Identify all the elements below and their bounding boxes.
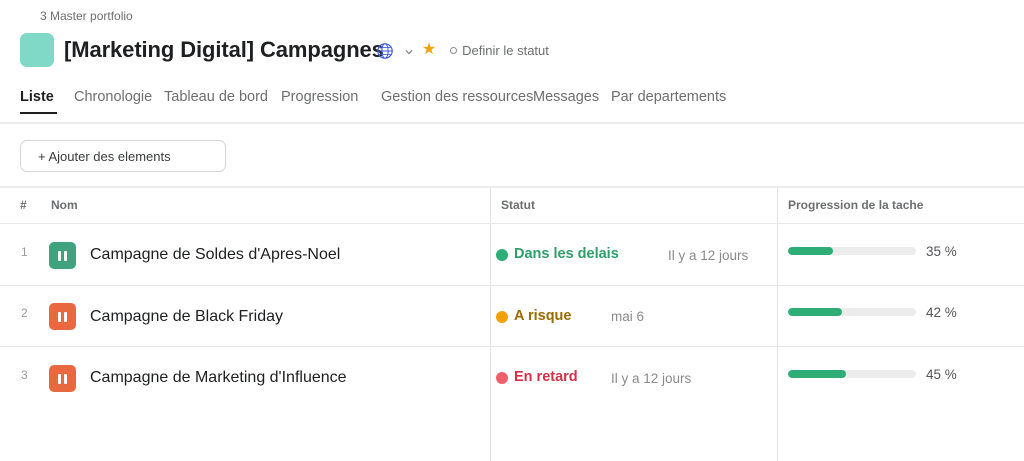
tab-bar: Liste Chronologie Tableau de bord Progre… [0,87,1024,115]
row-name[interactable]: Campagne de Soldes d'Apres-Noel [90,246,340,264]
progress-fill [788,308,842,316]
divider [0,186,1024,188]
row-name[interactable]: Campagne de Marketing d'Influence [90,369,347,387]
tab-gestion-des-ressources[interactable]: Gestion des ressources [381,89,533,105]
column-header-progress[interactable]: Progression de la tache [788,198,923,212]
progress-bar [788,370,916,378]
divider [0,122,1024,124]
row-name[interactable]: Campagne de Black Friday [90,308,283,326]
row-number: 1 [21,245,28,259]
tab-par-departements[interactable]: Par departements [611,89,726,105]
circle-icon [450,46,458,54]
status-badge[interactable]: En retard [514,369,578,385]
status-dot [496,372,508,384]
tab-progression[interactable]: Progression [281,89,358,105]
tab-liste[interactable]: Liste [20,89,54,105]
status-badge[interactable]: A risque [514,308,571,324]
column-header-number: # [20,198,27,212]
tab-chronologie[interactable]: Chronologie [74,89,152,105]
progress-fill [788,370,846,378]
progress-percent: 42 % [926,305,957,320]
row-divider [0,346,1024,347]
status-updated: Il y a 12 jours [611,371,692,386]
set-status-button[interactable]: Definir le statut [450,43,549,58]
tab-tableau-de-bord[interactable]: Tableau de bord [164,89,268,105]
pause-icon [49,365,76,392]
status-dot [496,249,508,261]
page-title: [Marketing Digital] Campagnes [64,37,384,62]
column-divider [777,188,778,461]
set-status-label: Definir le statut [462,42,549,58]
globe-icon[interactable] [376,42,394,60]
progress-percent: 35 % [926,244,957,259]
column-divider [490,188,491,461]
status-badge[interactable]: Dans les delais [514,246,619,262]
progress-percent: 45 % [926,367,957,382]
pause-icon [49,242,76,269]
column-header-status[interactable]: Statut [501,198,535,212]
project-header: [Marketing Digital] Campagnes ★ Definir … [20,33,549,67]
row-number: 2 [21,306,28,320]
project-color-icon[interactable] [20,33,54,67]
progress-bar [788,308,916,316]
row-divider [0,223,1024,224]
status-updated: Il y a 12 jours [668,248,749,263]
progress-bar [788,247,916,255]
add-elements-button[interactable]: + Ajouter des elements [20,140,226,172]
pause-icon [49,303,76,330]
tab-messages[interactable]: Messages [533,89,599,105]
active-tab-indicator [20,112,57,114]
chevron-down-icon[interactable] [404,47,414,57]
status-updated: mai 6 [611,309,645,324]
star-icon[interactable]: ★ [422,42,436,58]
column-header-name[interactable]: Nom [51,198,78,212]
row-number: 3 [21,368,28,382]
status-dot [496,311,508,323]
progress-fill [788,247,833,255]
row-divider [0,285,1024,286]
breadcrumb[interactable]: 3 Master portfolio [40,9,133,23]
